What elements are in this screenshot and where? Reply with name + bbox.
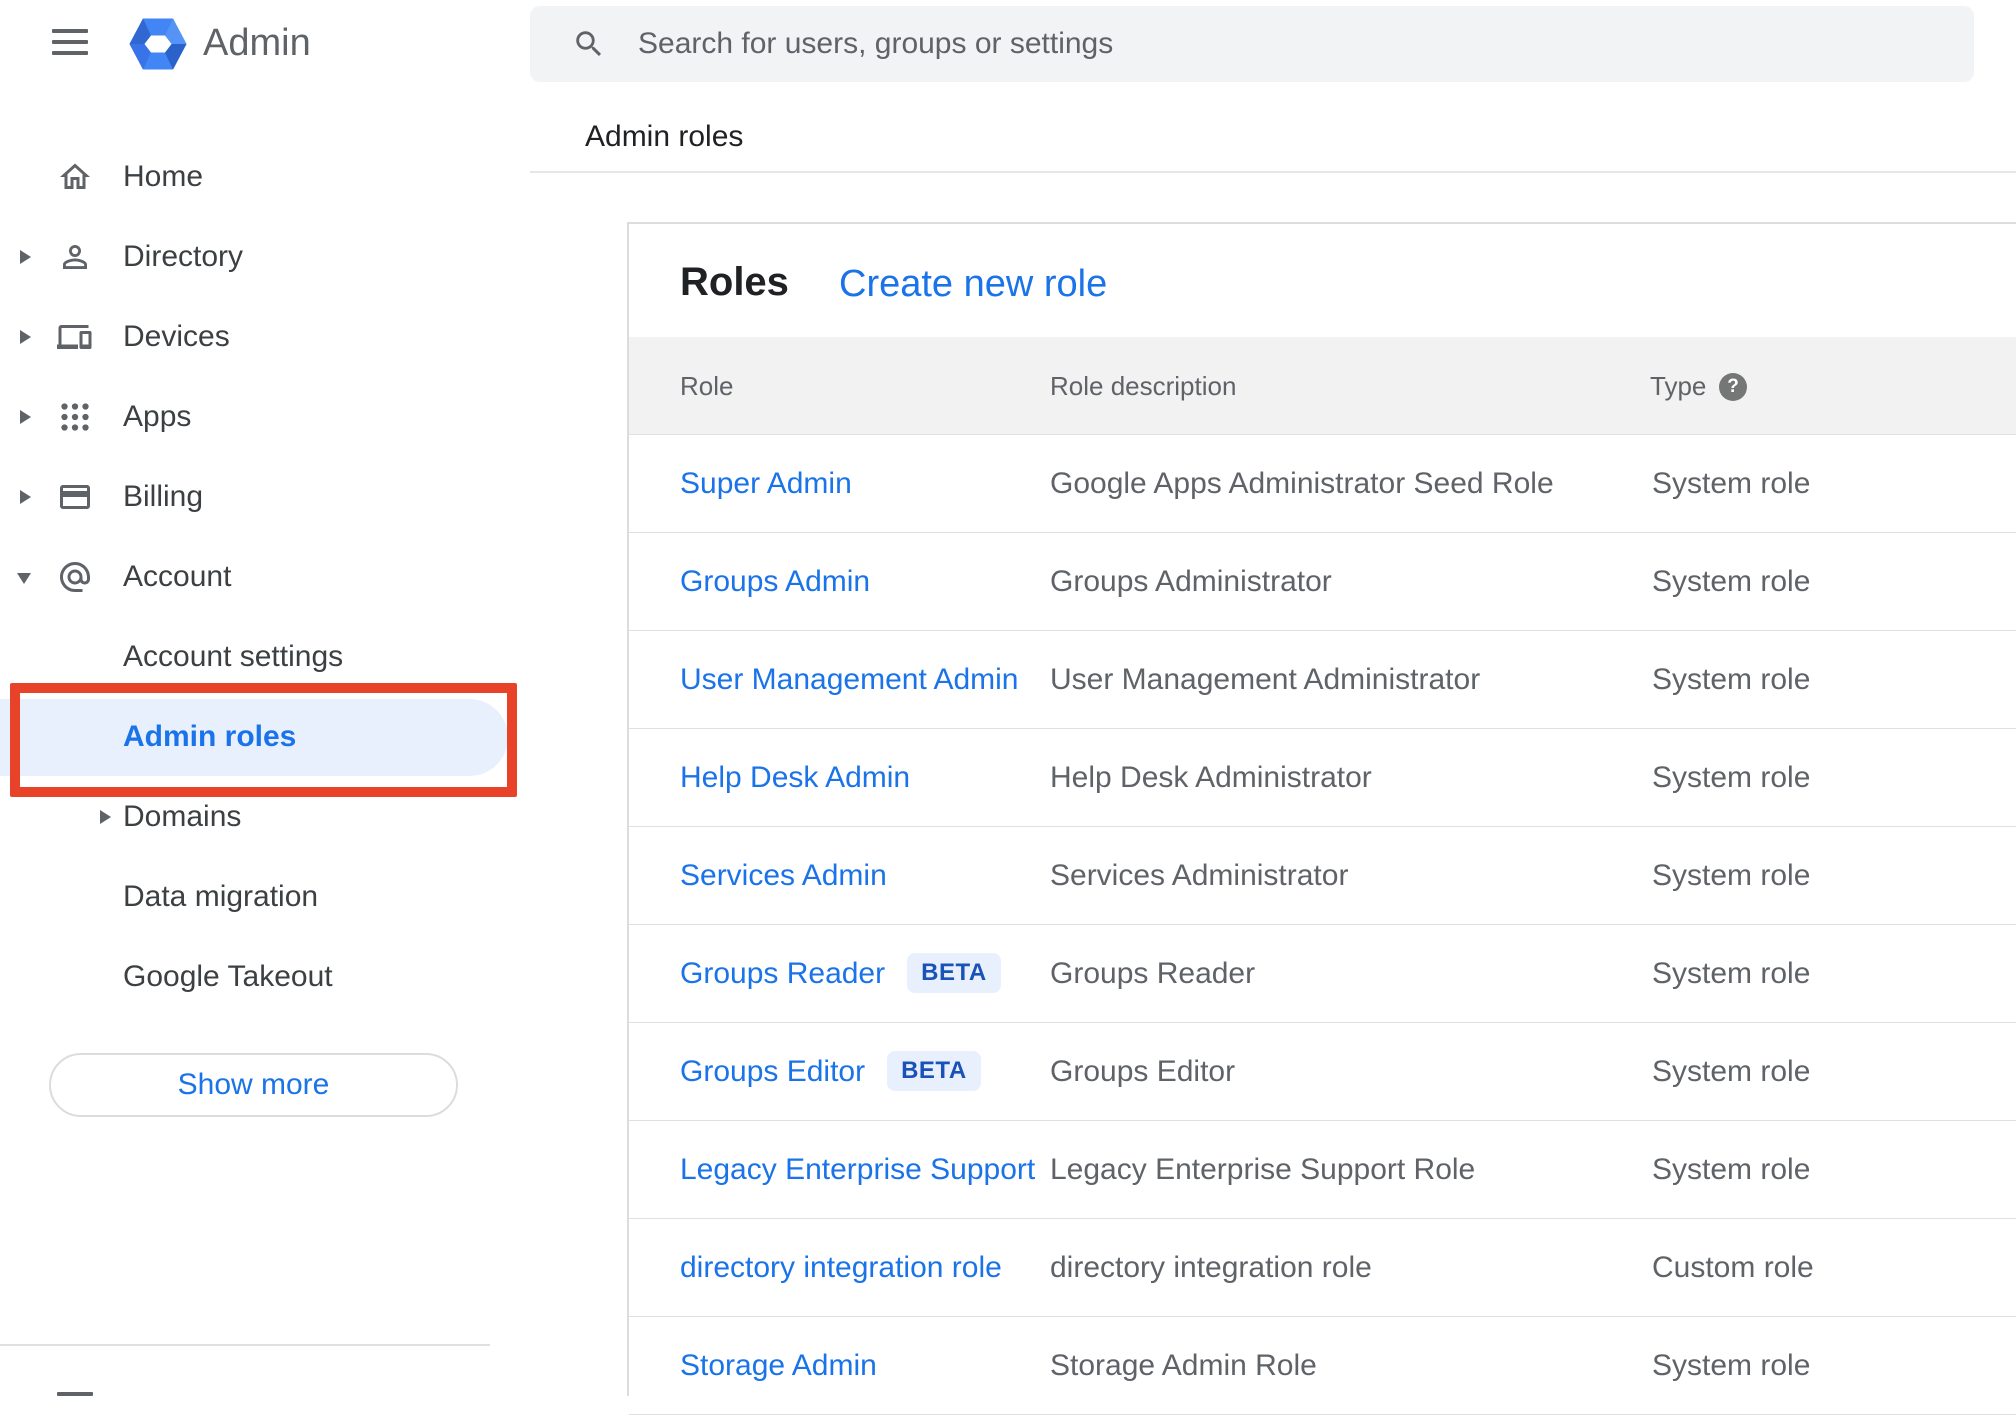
expand-arrow-icon[interactable]	[20, 410, 31, 424]
sidebar-item-google-takeout[interactable]: Google Takeout	[0, 937, 514, 1017]
roles-card-title: Roles	[680, 260, 789, 304]
sidebar-item-label: Account settings	[123, 640, 344, 673]
home-icon	[57, 159, 93, 195]
partial-sidebar-icon	[57, 1392, 93, 1396]
sidebar-item-billing[interactable]: Billing	[0, 457, 514, 537]
sidebar-item-label: Domains	[123, 800, 242, 833]
account-icon	[57, 559, 93, 595]
role-description-cell: Legacy Enterprise Support Role	[1050, 1153, 1476, 1186]
directory-icon	[57, 239, 93, 275]
table-row-groups-admin: Groups Admin Groups Administrator System…	[629, 533, 2016, 631]
role-description-cell: directory integration role	[1050, 1251, 1372, 1284]
table-row-legacy-enterprise-support: Legacy Enterprise Support Legacy Enterpr…	[629, 1121, 2016, 1219]
breadcrumb: Admin roles	[585, 120, 744, 153]
admin-logo-icon	[129, 18, 187, 70]
sidebar-item-directory[interactable]: Directory	[0, 217, 514, 297]
apps-icon	[57, 399, 93, 435]
sidebar-section-divider	[0, 1344, 490, 1346]
header-divider	[530, 171, 2016, 173]
role-type-cell: System role	[1652, 761, 1811, 794]
sidebar-item-account[interactable]: Account	[0, 537, 514, 617]
role-type-cell: System role	[1652, 467, 1811, 500]
role-link[interactable]: Services Admin	[680, 859, 887, 892]
roles-card: Roles Create new role Role Role descript…	[627, 222, 2016, 1415]
role-type-cell: Custom role	[1652, 1251, 1814, 1284]
roles-table-body: Super Admin Google Apps Administrator Se…	[629, 435, 2016, 1415]
column-header-role-description: Role description	[1050, 371, 1237, 401]
sidebar-item-admin-roles[interactable]: Admin roles	[0, 697, 514, 777]
sidebar-item-label: Home	[123, 160, 204, 193]
role-link[interactable]: Groups Editor	[680, 1055, 865, 1088]
sidebar-item-data-migration[interactable]: Data migration	[0, 857, 514, 937]
table-row-services-admin: Services Admin Services Administrator Sy…	[629, 827, 2016, 925]
sidebar-item-account-settings[interactable]: Account settings	[0, 617, 514, 697]
roles-table-header: Role Role description Type ?	[629, 337, 2016, 435]
column-header-type: Type	[1650, 371, 1707, 401]
role-description-cell: User Management Administrator	[1050, 663, 1481, 696]
sidebar-item-apps[interactable]: Apps	[0, 377, 514, 457]
beta-badge: BETA	[887, 1051, 981, 1091]
sidebar-nav: Home Directory Devices Apps Billing Acco…	[0, 137, 514, 1017]
devices-icon	[57, 319, 93, 355]
sidebar-item-home[interactable]: Home	[0, 137, 514, 217]
role-link[interactable]: Groups Reader	[680, 957, 885, 990]
role-description-cell: Services Administrator	[1050, 859, 1349, 892]
role-link[interactable]: Storage Admin	[680, 1349, 877, 1382]
create-new-role-link[interactable]: Create new role	[839, 261, 1107, 307]
role-link[interactable]: Super Admin	[680, 467, 852, 500]
hamburger-menu-icon[interactable]	[52, 29, 88, 55]
billing-icon	[57, 479, 93, 515]
type-help-icon[interactable]: ?	[1719, 373, 1747, 401]
role-type-cell: System role	[1652, 957, 1811, 990]
search-input[interactable]	[636, 26, 1836, 62]
sidebar-item-label: Apps	[123, 400, 192, 433]
role-type-cell: System role	[1652, 1349, 1811, 1382]
expand-arrow-icon[interactable]	[20, 330, 31, 344]
role-description-cell: Google Apps Administrator Seed Role	[1050, 467, 1554, 500]
role-type-cell: System role	[1652, 1055, 1811, 1088]
table-row-help-desk-admin: Help Desk Admin Help Desk Administrator …	[629, 729, 2016, 827]
role-link[interactable]: directory integration role	[680, 1251, 1002, 1284]
table-row-storage-admin: Storage Admin Storage Admin Role System …	[629, 1317, 2016, 1415]
role-description-cell: Groups Reader	[1050, 957, 1256, 990]
show-more-button[interactable]: Show more	[49, 1053, 458, 1117]
sidebar-item-devices[interactable]: Devices	[0, 297, 514, 377]
sidebar-item-label: Billing	[123, 480, 204, 513]
app-title: Admin	[203, 22, 311, 64]
sidebar-item-domains[interactable]: Domains	[0, 777, 514, 857]
beta-badge: BETA	[907, 953, 1001, 993]
sidebar-item-label: Devices	[123, 320, 230, 353]
table-row-super-admin: Super Admin Google Apps Administrator Se…	[629, 435, 2016, 533]
table-row-groups-editor: Groups Editor BETA Groups Editor System r…	[629, 1023, 2016, 1121]
sidebar-item-label: Google Takeout	[123, 960, 333, 993]
collapse-arrow-icon[interactable]	[17, 573, 31, 584]
expand-arrow-icon[interactable]	[20, 490, 31, 504]
expand-arrow-icon[interactable]	[100, 810, 111, 824]
sidebar-item-label: Directory	[123, 240, 244, 273]
sidebar-item-label: Account	[123, 560, 232, 593]
role-type-cell: System role	[1652, 565, 1811, 598]
table-row-groups-reader: Groups Reader BETA Groups Reader System r…	[629, 925, 2016, 1023]
role-link[interactable]: Legacy Enterprise Support	[680, 1153, 1035, 1186]
role-type-cell: System role	[1652, 663, 1811, 696]
role-description-cell: Groups Administrator	[1050, 565, 1332, 598]
column-header-role: Role	[680, 371, 734, 401]
role-description-cell: Storage Admin Role	[1050, 1349, 1317, 1382]
table-row-directory-integration-role: directory integration role directory int…	[629, 1219, 2016, 1317]
search-bar[interactable]	[530, 6, 1974, 82]
role-description-cell: Groups Editor	[1050, 1055, 1236, 1088]
role-link[interactable]: User Management Admin	[680, 663, 1019, 696]
role-type-cell: System role	[1652, 1153, 1811, 1186]
expand-arrow-icon[interactable]	[20, 250, 31, 264]
sidebar-item-label: Data migration	[123, 880, 319, 913]
role-description-cell: Help Desk Administrator	[1050, 761, 1372, 794]
sidebar-item-label: Admin roles	[123, 720, 297, 753]
search-icon	[576, 31, 602, 57]
role-type-cell: System role	[1652, 859, 1811, 892]
role-link[interactable]: Help Desk Admin	[680, 761, 910, 794]
table-row-user-management-admin: User Management Admin User Management Ad…	[629, 631, 2016, 729]
role-link[interactable]: Groups Admin	[680, 565, 870, 598]
